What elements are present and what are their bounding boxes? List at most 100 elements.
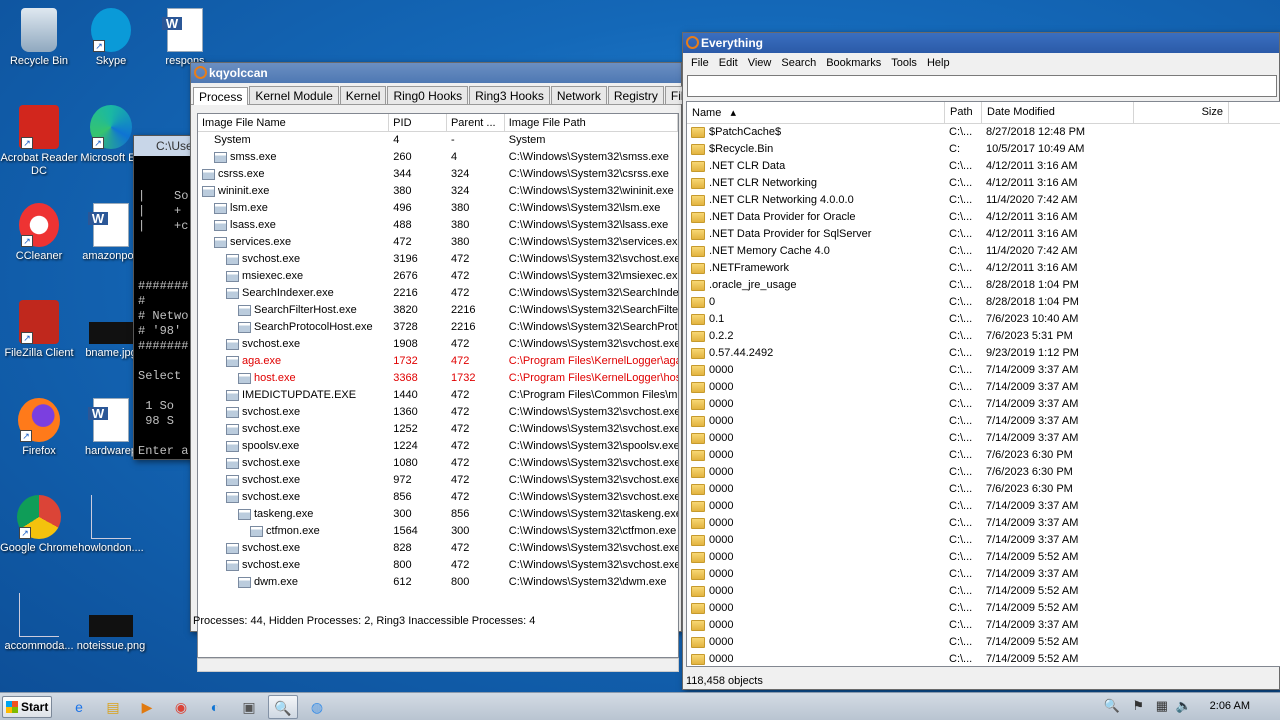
file-row[interactable]: 0 C:\... 8/28/2018 1:04 PM [687,294,1280,311]
menu-tools[interactable]: Tools [886,53,922,73]
kq-hscrollbar[interactable] [197,658,679,672]
file-row[interactable]: .NET Data Provider for Oracle C:\... 4/12/… [687,209,1280,226]
process-row[interactable]: ctfmon.exe 1564 300 C:\Windows\System32\ctf… [198,523,678,540]
process-row[interactable]: SearchFilterHost.exe 3820 2216 C:\Windows\S… [198,302,678,319]
desktop-icon[interactable]: ↗ Skype [72,8,150,68]
ev-col-path[interactable]: Path [945,102,982,123]
file-row[interactable]: .NET CLR Networking C:\... 4/12/2011 3:16 … [687,175,1280,192]
process-row[interactable]: SearchIndexer.exe 2216 472 C:\Windows\Syste… [198,285,678,302]
file-row[interactable]: 0000 C:\... 7/14/2009 5:52 AM [687,634,1280,651]
file-row[interactable]: 0000 C:\... 7/14/2009 3:37 AM [687,413,1280,430]
file-row[interactable]: 0.2.2 C:\... 7/6/2023 5:31 PM [687,328,1280,345]
search-tray-icon[interactable]: 🔍 [1104,698,1120,714]
menu-bookmarks[interactable]: Bookmarks [821,53,886,73]
desktop-icon[interactable]: Wrespons [146,8,224,68]
process-row[interactable]: svchost.exe 800 472 C:\Windows\System32\svc… [198,557,678,574]
desktop-icon[interactable]: ↗ FileZilla Client [0,300,78,360]
file-row[interactable]: 0000 C:\... 7/14/2009 5:52 AM [687,549,1280,566]
process-row[interactable]: services.exe 472 380 C:\Windows\System32\se… [198,234,678,251]
tab-process[interactable]: Process [193,87,249,105]
file-row[interactable]: 0000 C:\... 7/14/2009 3:37 AM [687,430,1280,447]
kqyolccan-icon[interactable]: ▣ [234,695,264,719]
ev-col-size[interactable]: Size [1134,102,1229,123]
file-row[interactable]: .NET CLR Networking 4.0.0.0 C:\... 11/4/20… [687,192,1280,209]
tab-kernel-module[interactable]: Kernel Module [249,86,339,104]
col-parent[interactable]: Parent ... [447,114,505,131]
menu-view[interactable]: View [743,53,777,73]
volume-tray-icon[interactable]: 🔈 [1176,698,1192,714]
process-row[interactable]: svchost.exe 3196 472 C:\Windows\System32\sv… [198,251,678,268]
edge-icon[interactable]: ◐ [200,695,230,719]
cmd-window[interactable]: C:\Use | So | + | +c ####### # # Netwo # '98' #… [133,135,195,460]
file-row[interactable]: $PatchCache$ C:\... 8/27/2018 12:48 PM [687,124,1280,141]
process-row[interactable]: lsm.exe 496 380 C:\Windows\System32\lsm.exe [198,200,678,217]
process-row[interactable]: wininit.exe 380 324 C:\Windows\System32\win… [198,183,678,200]
media-player-icon[interactable]: ▶ [132,695,162,719]
file-row[interactable]: 0.57.44.2492 C:\... 9/23/2019 1:12 PM [687,345,1280,362]
chrome-icon[interactable]: ◉ [166,695,196,719]
file-row[interactable]: .NETFramework C:\... 4/12/2011 3:16 AM [687,260,1280,277]
tab-registry[interactable]: Registry [607,86,664,104]
desktop-icon[interactable]: noteissue.png [72,593,150,653]
explorer-icon[interactable]: ▤ [98,695,128,719]
flag-tray-icon[interactable]: ⚑ [1132,698,1144,714]
file-row[interactable]: 0000 C:\... 7/6/2023 6:30 PM [687,464,1280,481]
col-pid[interactable]: PID [389,114,447,131]
kq-titlebar[interactable]: kqyolccan [191,63,681,83]
ev-col-date[interactable]: Date Modified [982,102,1134,123]
file-row[interactable]: 0000 C:\... 7/14/2009 5:52 AM [687,651,1280,666]
process-row[interactable]: svchost.exe 1360 472 C:\Windows\System32\sv… [198,404,678,421]
clock[interactable]: 2:06 AM [1210,700,1250,712]
everything-window[interactable]: Everything File Edit View Search Bookmarks To… [682,32,1280,690]
network-icon[interactable]: ◍ [302,695,332,719]
file-row[interactable]: .NET Memory Cache 4.0 C:\... 11/4/2020 7:4… [687,243,1280,260]
process-row[interactable]: SearchProtocolHost.exe 3728 2216 C:\Windows… [198,319,678,336]
col-image-name[interactable]: Image File Name [198,114,390,131]
file-row[interactable]: 0000 C:\... 7/14/2009 3:37 AM [687,498,1280,515]
ev-col-name[interactable]: Name ▴ [687,102,945,123]
cmd-titlebar[interactable]: C:\Use [134,136,194,156]
process-row[interactable]: svchost.exe 972 472 C:\Windows\System32\svc… [198,472,678,489]
desktop-icon[interactable]: Recycle Bin [0,8,78,68]
process-row[interactable]: svchost.exe 1080 472 C:\Windows\System32\sv… [198,455,678,472]
menu-file[interactable]: File [686,53,714,73]
network-tray-icon[interactable]: ▦ [1156,698,1168,714]
tab-network[interactable]: Network [550,86,607,104]
process-row[interactable]: lsass.exe 488 380 C:\Windows\System32\lsass… [198,217,678,234]
menu-edit[interactable]: Edit [714,53,743,73]
ev-search-input[interactable] [687,75,1277,97]
menu-help[interactable]: Help [922,53,955,73]
file-row[interactable]: 0000 C:\... 7/14/2009 5:52 AM [687,600,1280,617]
file-row[interactable]: 0000 C:\... 7/6/2023 6:30 PM [687,481,1280,498]
file-row[interactable]: $Recycle.Bin C: 10/5/2017 10:49 AM [687,141,1280,158]
menu-search[interactable]: Search [776,53,821,73]
file-row[interactable]: .NET Data Provider for SqlServer C:\... 4/… [687,226,1280,243]
process-row[interactable]: csrss.exe 344 324 C:\Windows\System32\csrss… [198,166,678,183]
process-row[interactable]: svchost.exe 1252 472 C:\Windows\System32\sv… [198,421,678,438]
process-row[interactable]: aga.exe 1732 472 C:\Program Files\KernelLog… [198,353,678,370]
file-row[interactable]: 0000 C:\... 7/6/2023 6:30 PM [687,447,1280,464]
file-row[interactable]: 0000 C:\... 7/14/2009 3:37 AM [687,396,1280,413]
file-row[interactable]: 0000 C:\... 7/14/2009 3:37 AM [687,532,1280,549]
file-row[interactable]: .oracle_jre_usage C:\... 8/28/2018 1:04 PM [687,277,1280,294]
file-row[interactable]: 0.1 C:\... 7/6/2023 10:40 AM [687,311,1280,328]
ev-results-list[interactable]: Name ▴ Path Date Modified Size $PatchCac… [686,101,1280,667]
process-row[interactable]: System 4 - System [198,132,678,149]
process-list[interactable]: Image File Name PID Parent ... Image Fil… [197,113,679,658]
ie-icon[interactable]: e [64,695,94,719]
desktop-icon[interactable]: ↗ CCleaner [0,203,78,263]
col-path[interactable]: Image File Path [505,114,678,131]
kqyolccan-window[interactable]: kqyolccan Process Kernel Module Kernel Ring… [190,62,697,672]
process-row[interactable]: svchost.exe 856 472 C:\Windows\System32\svc… [198,489,678,506]
file-row[interactable]: 0000 C:\... 7/14/2009 3:37 AM [687,617,1280,634]
start-button[interactable]: Start [2,696,52,718]
file-row[interactable]: 0000 C:\... 7/14/2009 5:52 AM [687,583,1280,600]
tab-kernel[interactable]: Kernel [339,86,387,104]
process-row[interactable]: msiexec.exe 2676 472 C:\Windows\System32\ms… [198,268,678,285]
tab-ring0-hooks[interactable]: Ring0 Hooks [387,86,469,104]
process-row[interactable]: dwm.exe 612 800 C:\Windows\System32\dwm.exe [198,574,678,591]
process-row[interactable]: IMEDICTUPDATE.EXE 1440 472 C:\Program Files… [198,387,678,404]
desktop-icon[interactable]: ↗ Acrobat Reader DC [0,105,78,178]
process-row[interactable]: spoolsv.exe 1224 472 C:\Windows\System32\sp… [198,438,678,455]
process-row[interactable]: smss.exe 260 4 C:\Windows\System32\smss.exe [198,149,678,166]
